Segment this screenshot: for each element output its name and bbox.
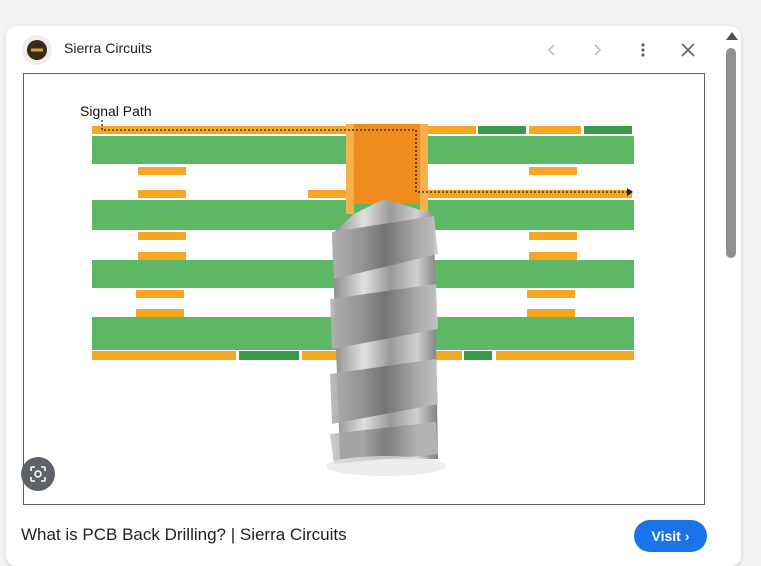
preview-image[interactable]: Signal Path bbox=[23, 73, 705, 505]
scroll-up-arrow-icon[interactable] bbox=[726, 32, 738, 40]
signal-path-label: Signal Path bbox=[80, 103, 152, 119]
more-vert-icon[interactable] bbox=[629, 36, 657, 64]
scrollbar[interactable] bbox=[721, 26, 743, 558]
forward-arrow-icon[interactable] bbox=[583, 36, 611, 64]
scroll-thumb[interactable] bbox=[726, 48, 736, 258]
back-arrow-icon[interactable] bbox=[538, 36, 566, 64]
chevron-right-icon: › bbox=[684, 528, 690, 544]
drill-bit bbox=[326, 199, 446, 476]
close-icon[interactable] bbox=[674, 36, 702, 64]
site-name[interactable]: Sierra Circuits bbox=[64, 40, 152, 56]
image-title-link[interactable]: What is PCB Back Drilling? | Sierra Circ… bbox=[21, 525, 347, 545]
site-logo-icon[interactable] bbox=[22, 35, 52, 65]
visit-button[interactable]: Visit › bbox=[634, 520, 707, 552]
visit-label: Visit bbox=[651, 528, 681, 544]
panel-header: Sierra Circuits bbox=[6, 26, 741, 72]
image-preview-panel: Sierra Circuits Signal Path What is PCB … bbox=[6, 26, 741, 566]
pcb-backdrill-illustration: Signal Path bbox=[80, 103, 634, 476]
lens-search-icon[interactable] bbox=[21, 457, 55, 491]
